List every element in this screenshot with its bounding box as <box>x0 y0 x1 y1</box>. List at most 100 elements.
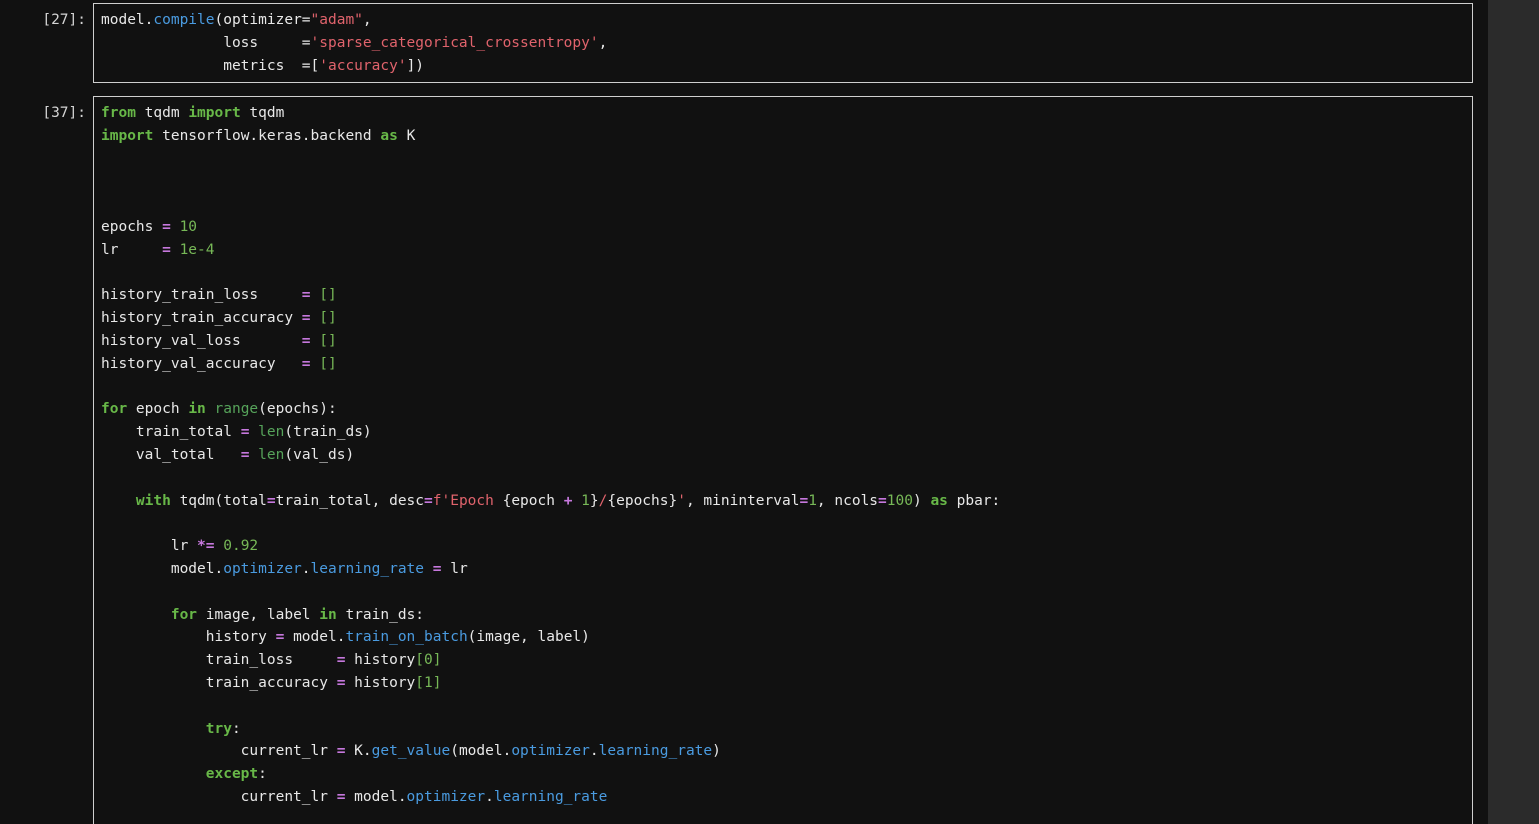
code-token: : <box>231 720 241 737</box>
code-line[interactable]: history_train_accuracy = [] <box>101 307 1472 330</box>
code-token: tqdm <box>135 105 189 121</box>
code-line[interactable]: train_loss = history[0] <box>101 649 1472 672</box>
code-line[interactable]: from tqdm import tqdm <box>101 102 1472 125</box>
code-token: model. <box>345 788 407 805</box>
code-line[interactable]: history_train_loss = [] <box>101 284 1472 307</box>
execution-count-prompt: [27]: <box>42 12 86 28</box>
code-line[interactable]: model.compile(optimizer="adam", <box>101 9 1472 32</box>
code-line[interactable]: history_val_accuracy = [] <box>101 353 1472 376</box>
code-token: compile <box>153 12 215 28</box>
code-token: loss = <box>101 34 311 51</box>
code-token: train_accuracy <box>101 674 337 691</box>
code-line[interactable]: for epoch in range(epochs): <box>101 398 1472 421</box>
code-token: optimizer <box>406 788 486 805</box>
code-token: for <box>101 401 128 418</box>
code-token: (model. <box>450 743 512 760</box>
code-token: [] <box>319 332 337 349</box>
code-token: = <box>301 287 311 304</box>
code-line[interactable] <box>101 262 1472 285</box>
vertical-scrollbar[interactable] <box>1488 0 1539 824</box>
code-token: "adam" <box>310 12 363 28</box>
code-token: K. <box>345 743 372 760</box>
code-line[interactable]: val_total = len(val_ds) <box>101 444 1472 467</box>
code-token: ) <box>912 492 931 509</box>
code-token: try <box>205 720 232 737</box>
code-line[interactable]: current_lr = K.get_value(model.optimizer… <box>101 740 1472 763</box>
code-token: image, label <box>197 606 320 623</box>
code-token: train_ds: <box>336 606 425 623</box>
code-token: pbar: <box>947 492 1001 509</box>
code-token: learning_rate <box>493 788 608 805</box>
code-token: import <box>101 127 154 144</box>
code-token: train_on_batch <box>345 629 468 646</box>
code-token: . <box>301 560 311 577</box>
code-line[interactable]: import tensorflow.keras.backend as K <box>101 125 1472 148</box>
code-token: import <box>188 105 241 121</box>
code-line[interactable]: history = model.train_on_batch(image, la… <box>101 626 1472 649</box>
code-line[interactable] <box>101 581 1472 604</box>
code-token: [0] <box>415 652 442 669</box>
code-line[interactable]: current_lr = model.optimizer.learning_ra… <box>101 786 1472 809</box>
code-token: history_train_accuracy <box>101 310 302 327</box>
code-line[interactable]: for image, label in train_ds: <box>101 604 1472 627</box>
code-line[interactable]: epochs = 10 <box>101 216 1472 239</box>
code-token: for <box>170 606 198 623</box>
code-line[interactable]: lr = 1e-4 <box>101 239 1472 262</box>
code-token: [] <box>319 287 337 304</box>
code-line[interactable]: with tqdm(total=train_total, desc=f'Epoc… <box>101 490 1472 513</box>
code-line[interactable] <box>101 512 1472 535</box>
code-token: , <box>362 12 372 28</box>
code-line[interactable] <box>101 193 1472 216</box>
code-token: except <box>205 766 259 783</box>
code-line[interactable]: train_total = len(train_ds) <box>101 421 1472 444</box>
code-lines[interactable]: from tqdm import tqdm import tensorflow.k… <box>94 97 1472 809</box>
code-token: } <box>589 492 599 509</box>
code-token: . <box>589 743 599 760</box>
code-token: history_train_loss <box>101 287 302 304</box>
code-line[interactable]: metrics =['accuracy']) <box>101 55 1472 78</box>
code-token: 1 <box>581 492 590 509</box>
code-token: 1 <box>808 492 817 509</box>
code-token: = <box>424 492 433 509</box>
code-line[interactable]: try: <box>101 718 1472 741</box>
code-token: learning_rate <box>310 560 425 577</box>
code-line[interactable] <box>101 467 1472 490</box>
code-line[interactable] <box>101 170 1472 193</box>
code-line[interactable] <box>101 148 1472 171</box>
code-token: model. <box>284 629 346 646</box>
code-token: train_total <box>101 424 241 441</box>
code-token: 'accuracy' <box>319 57 407 74</box>
code-token: = <box>432 560 442 577</box>
code-token: current_lr <box>101 743 337 760</box>
code-line[interactable]: lr *= 0.92 <box>101 535 1472 558</box>
code-token: as <box>930 492 948 509</box>
code-line[interactable]: history_val_loss = [] <box>101 330 1472 353</box>
code-token: history <box>101 629 276 646</box>
code-line[interactable]: loss ='sparse_categorical_crossentropy', <box>101 32 1472 55</box>
code-token: 0.92 <box>223 538 259 555</box>
code-editor[interactable]: from tqdm import tqdm import tensorflow.k… <box>93 96 1473 824</box>
code-line[interactable]: train_accuracy = history[1] <box>101 672 1472 695</box>
code-editor[interactable]: model.compile(optimizer="adam", loss ='s… <box>93 3 1473 83</box>
code-token: history <box>345 674 416 691</box>
code-token: , <box>598 34 608 51</box>
code-token: [] <box>319 355 337 372</box>
code-token: = <box>301 355 311 372</box>
code-line[interactable]: except: <box>101 763 1472 786</box>
code-token: lr <box>441 560 468 577</box>
code-token: (optimizer= <box>214 12 311 28</box>
code-lines[interactable]: model.compile(optimizer="adam", loss ='s… <box>94 4 1472 77</box>
notebook-area: [27]: model.compile(optimizer="adam", lo… <box>0 0 1488 824</box>
code-line[interactable] <box>101 376 1472 399</box>
code-line[interactable]: model.optimizer.learning_rate = lr <box>101 558 1472 581</box>
code-line[interactable] <box>101 695 1472 718</box>
